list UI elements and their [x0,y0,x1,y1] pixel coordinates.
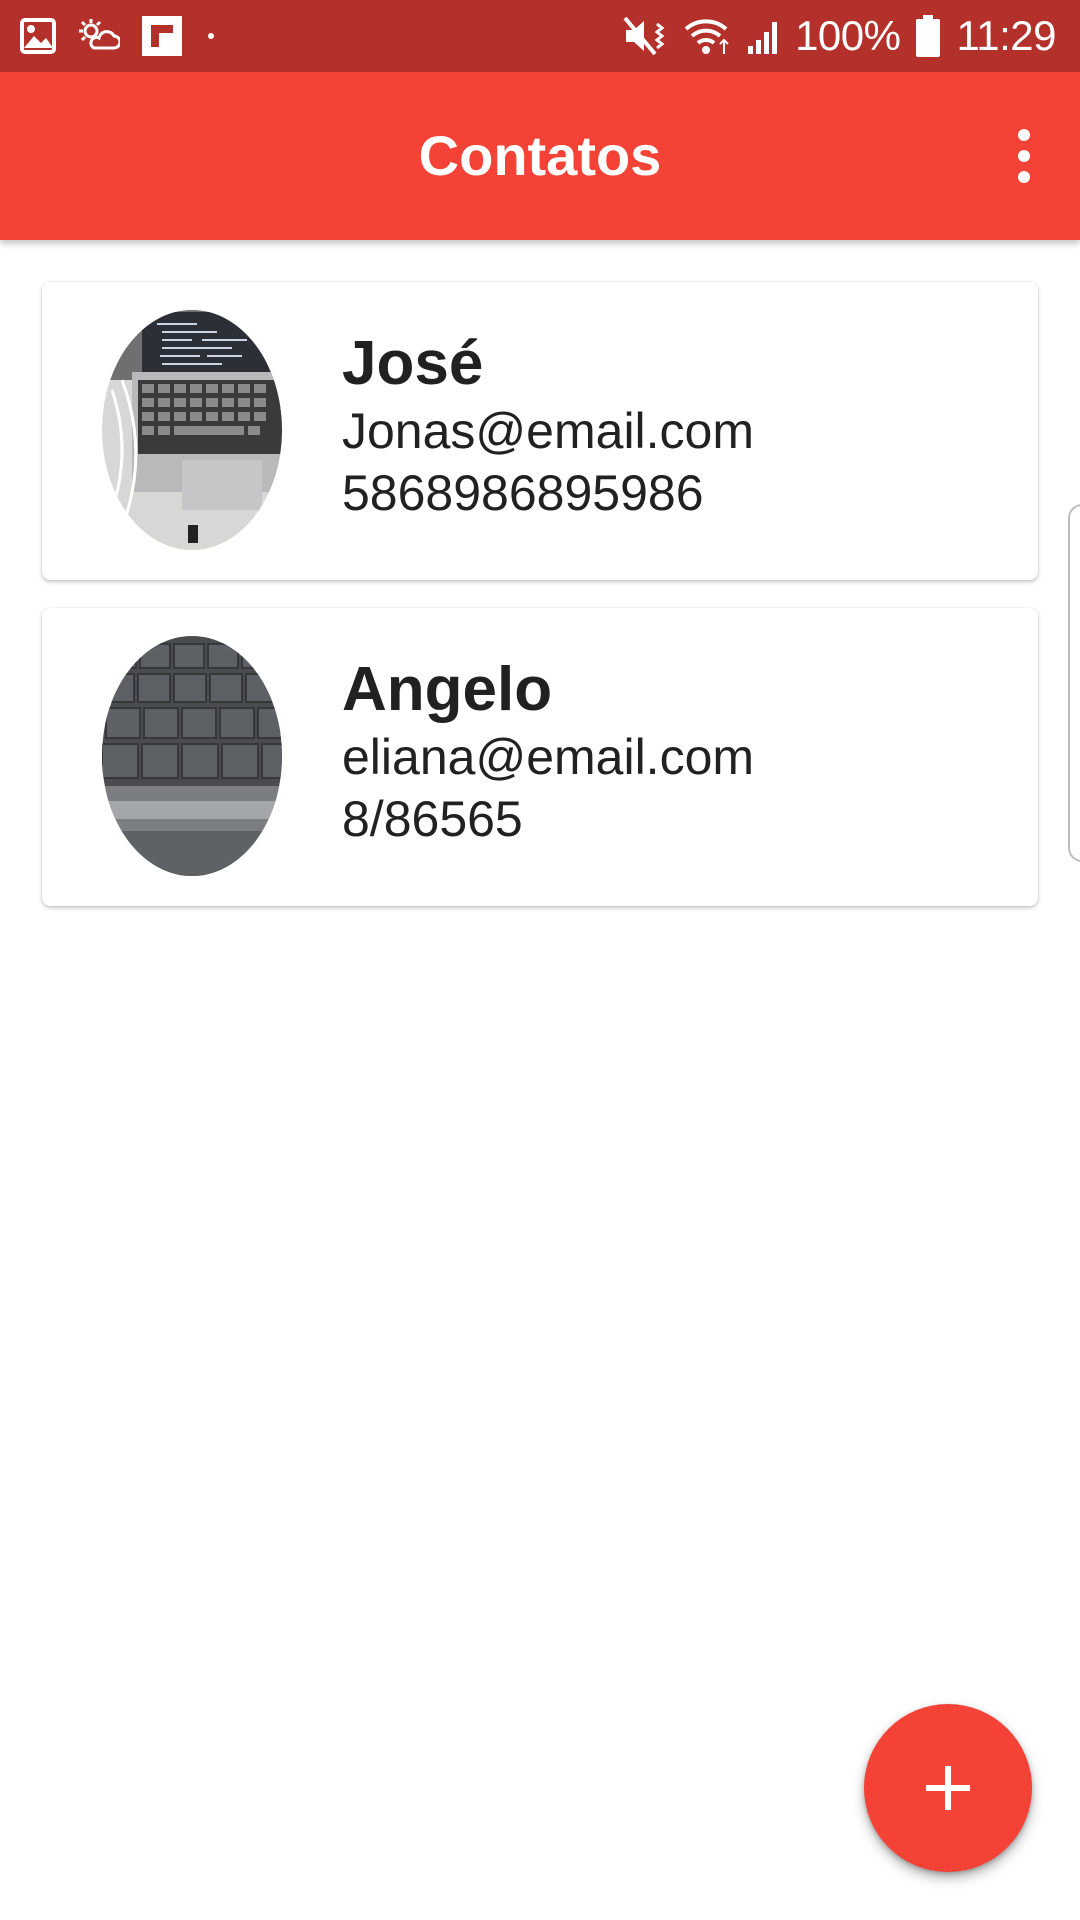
contact-card[interactable]: José Jonas@email.com 5868986895986 [42,282,1038,580]
gallery-icon [20,18,56,54]
plus-icon [926,1766,970,1810]
contact-avatar [102,636,282,876]
status-time: 11:29 [956,12,1057,59]
contact-card[interactable]: Angelo eliana@email.com 8/86565 [42,608,1038,906]
weather-icon [79,19,120,50]
page-title: Contatos [418,124,662,187]
notification-icons [20,16,218,56]
app-bar: Contatos [0,72,1080,240]
battery-percentage: 100% [795,12,901,59]
add-contact-button[interactable] [864,1704,1032,1872]
contact-details: José Jonas@email.com 5868986895986 [342,328,1002,524]
system-icons: 100% 11:29 [623,10,1056,62]
edge-panel-handle[interactable] [1068,504,1080,862]
more-vert-icon-dot [1018,150,1030,162]
status-bar: 100% 11:29 [0,0,1080,72]
mute-vibrate-icon [623,16,665,56]
contacts-list: José Jonas@email.com 5868986895986 Angel… [0,240,1080,1920]
battery-icon [915,15,940,57]
more-options-button[interactable] [994,120,1054,192]
contact-avatar [102,310,282,550]
contact-email: Jonas@email.com [342,403,755,459]
wifi-icon [684,19,729,54]
more-vert-icon [1018,129,1030,141]
contact-phone: 8/86565 [342,791,523,847]
flipboard-icon [142,16,182,56]
signal-icon [748,22,778,54]
contact-name: Angelo [342,655,553,724]
contact-email: eliana@email.com [342,729,755,785]
contact-details: Angelo eliana@email.com 8/86565 [342,654,1002,850]
contact-name: José [342,329,484,398]
contact-phone: 5868986895986 [342,465,704,521]
more-vert-icon-dot [1018,171,1030,183]
more-notifications-dot-icon [208,33,214,39]
contacts-screen: 100% 11:29 Contatos José Jonas@email.com… [0,0,1080,1920]
